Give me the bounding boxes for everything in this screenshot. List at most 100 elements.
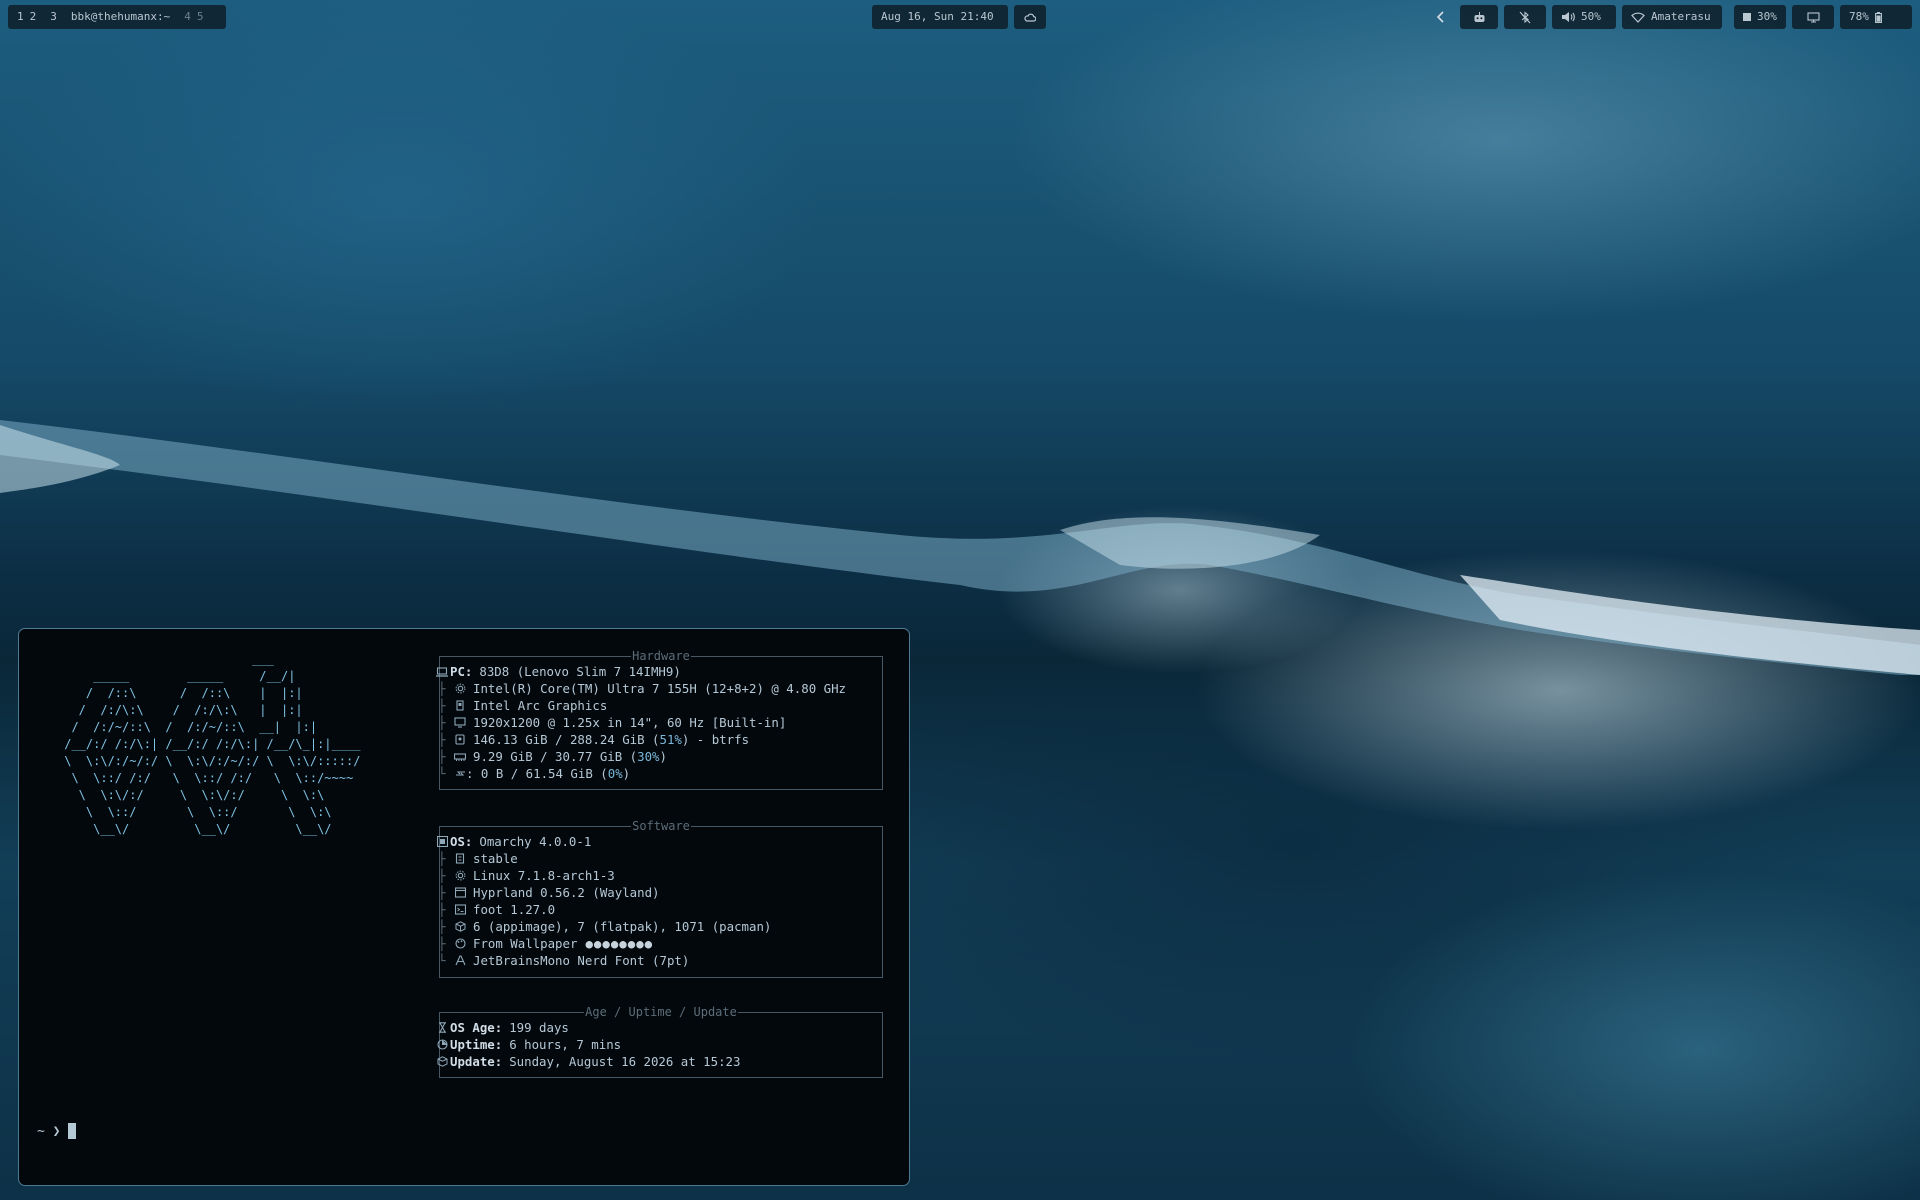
bluetooth-button[interactable] [1504,5,1546,29]
monitor-icon [1806,11,1820,23]
wm-row: ├ Hyprland 0.56.2 (Wayland) [438,885,660,900]
network-widget[interactable]: Amaterasu [1622,5,1722,29]
network-name: Amaterasu [1651,10,1711,23]
swap-row: └ : 0 B / 61.54 GiB (0%) [438,766,631,781]
hardware-title: Hardware [631,649,691,663]
os-key: OS: [450,834,473,849]
gpu-value: Intel Arc Graphics [473,698,608,713]
hourglass-icon [436,1022,448,1034]
robot-icon [1473,11,1486,23]
branch-icon [454,853,466,865]
os-logo-icon [436,836,448,848]
memory-icon [454,751,466,763]
wm-value: Hyprland 0.56.2 (Wayland) [473,885,660,900]
uptime-value: 6 hours, 7 mins [509,1037,622,1052]
software-title: Software [631,819,691,833]
workspace-5[interactable]: 5 [197,5,204,29]
text-cursor [68,1123,77,1139]
speaker-icon [1561,11,1575,23]
uptime-key: Uptime: [450,1037,503,1052]
disk-percent: 51% [659,732,682,747]
font-row: └ JetBrainsMono Nerd Font (7pt) [438,953,690,968]
update-key: Update: [450,1054,503,1069]
uptime-row: Uptime: 6 hours, 7 mins [436,1036,621,1053]
update-value: Sunday, August 16 2026 at 15:23 [509,1054,741,1069]
prompt-text: ~ ❯ [37,1123,61,1139]
cpu-row: ├ Intel(R) Core(TM) Ultra 7 155H (12+8+2… [438,681,846,696]
workspace-2[interactable]: 2 [30,5,37,29]
workspace-switcher: 1 2 3 bbk@thehumanx:~ 4 5 [8,5,226,29]
gpu-card-icon [454,700,466,712]
swap-used: : 0 B / 61.54 GiB ( [466,766,608,781]
shell-prompt[interactable]: ~ ❯ [37,1123,77,1139]
cpu-value: Intel(R) Core(TM) Ultra 7 155H (12+8+2) … [473,681,846,696]
clock-widget[interactable]: Aug 16, Sun 21:40 [872,5,1008,29]
font-icon [454,955,466,967]
swap-icon [454,768,466,780]
channel-row: ├ stable [438,851,518,866]
gpu-row: ├ Intel Arc Graphics [438,698,608,713]
cloud-icon [1024,13,1036,22]
pc-row: PC: 83D8 (Lenovo Slim 7 14IMH9) [436,663,681,680]
distro-ascii-logo: ___ _____ _____ /__/| / /::\ / /::\ | |:… [64,652,361,836]
pc-key: PC: [450,664,473,679]
window-manager-icon [454,887,466,899]
workspace-3[interactable]: 3 [50,5,57,29]
age-uptime-title: Age / Uptime / Update [584,1005,738,1019]
memory-close: ) [659,749,667,764]
volume-level: 50% [1581,10,1601,23]
update-row: Update: Sunday, August 16 2026 at 15:23 [436,1053,740,1070]
os-age-value: 199 days [509,1020,569,1035]
cpu-chip-icon [1743,13,1751,21]
kernel-gear-icon [454,870,466,882]
update-box-icon [436,1056,448,1068]
top-bar: 1 2 3 bbk@thehumanx:~ 4 5 Aug 16, Sun 21… [0,5,1920,29]
battery-level: 78% [1849,10,1869,23]
disk-fs: ) - btrfs [681,732,750,747]
tray-collapse-button[interactable] [1432,5,1450,29]
theme-value: From Wallpaper [473,936,578,951]
memory-used: 9.29 GiB / 30.77 GiB ( [473,749,638,764]
kernel-value: Linux 7.1.8-arch1-3 [473,868,615,883]
os-age-row: OS Age: 199 days [436,1019,569,1036]
software-section: Software OS: Omarchy 4.0.0-1 ├ stable ├ … [436,819,883,978]
volume-widget[interactable]: 50% [1552,5,1616,29]
pc-value: 83D8 (Lenovo Slim 7 14IMH9) [479,664,681,679]
battery-widget[interactable]: 78% [1840,5,1912,29]
laptop-icon [436,666,448,678]
uptime-icon [436,1039,448,1051]
channel-value: stable [473,851,518,866]
theme-row: ├ From Wallpaper ●●●●●●●● [438,936,654,951]
workspace-1[interactable]: 1 [17,5,24,29]
display-button[interactable] [1792,5,1834,29]
disk-icon [454,734,466,746]
kernel-row: ├ Linux 7.1.8-arch1-3 [438,868,615,883]
weather-button[interactable] [1014,5,1046,29]
terminal-window[interactable]: ___ _____ _____ /__/| / /::\ / /::\ | |:… [18,628,910,1186]
terminal-app-row: ├ foot 1.27.0 [438,902,556,917]
packages-row: ├ 6 (appimage), 7 (flatpak), 1071 (pacma… [438,919,772,934]
terminal-app-value: foot 1.27.0 [473,902,556,917]
workspace-4[interactable]: 4 [184,5,191,29]
chevron-left-icon [1437,11,1445,23]
display-value: 1920x1200 @ 1.25x in 14", 60 Hz [Built-i… [473,715,787,730]
display-icon [454,717,466,729]
disk-row: ├ 146.13 GiB / 288.24 GiB (51%) - btrfs [438,732,750,747]
display-row: ├ 1920x1200 @ 1.25x in 14", 60 Hz [Built… [438,715,787,730]
os-age-key: OS Age: [450,1020,503,1035]
os-row: OS: Omarchy 4.0.0-1 [436,833,591,850]
package-icon [454,921,466,933]
swap-percent: 0% [607,766,623,781]
cpu-gear-icon [454,683,466,695]
terminal-icon [454,904,466,916]
hardware-section: Hardware PC: 83D8 (Lenovo Slim 7 14IMH9)… [436,649,883,790]
bot-tray-button[interactable] [1460,5,1498,29]
wifi-icon [1631,12,1645,23]
color-palette-dots: ●●●●●●●● [585,936,654,951]
cpu-widget[interactable]: 30% [1734,5,1786,29]
cpu-usage: 30% [1757,10,1777,23]
memory-row: ├ 9.29 GiB / 30.77 GiB (30%) [438,749,667,764]
clock-text: Aug 16, Sun 21:40 [881,10,994,23]
memory-percent: 30% [637,749,660,764]
os-value: Omarchy 4.0.0-1 [479,834,592,849]
